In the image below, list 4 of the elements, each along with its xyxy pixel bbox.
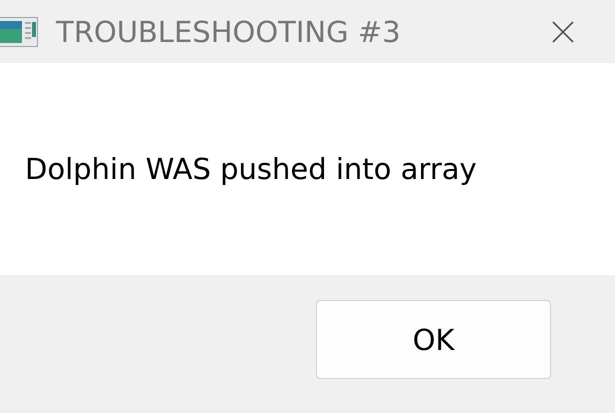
close-icon[interactable] [551, 20, 575, 44]
window-title: TROUBLESHOOTING #3 [56, 14, 402, 48]
ok-button[interactable]: OK [316, 300, 551, 379]
message-text: Dolphin WAS pushed into array [25, 152, 477, 186]
